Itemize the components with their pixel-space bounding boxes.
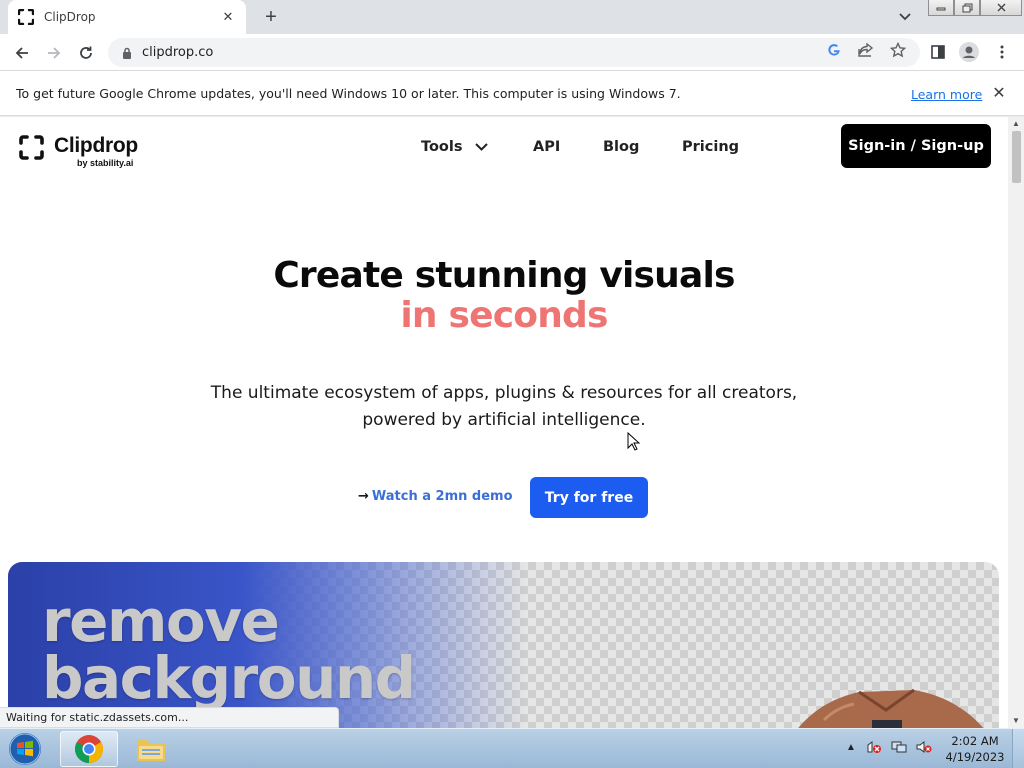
system-clock[interactable]: 2:02 AM 4/19/2023 [944, 733, 1006, 765]
clipdrop-favicon-icon [18, 9, 34, 25]
infobar-close-icon[interactable]: ✕ [990, 84, 1008, 102]
tab-close-icon[interactable]: ✕ [220, 9, 236, 25]
tray-overflow-icon[interactable]: ▲ [843, 739, 859, 755]
infobar-message: To get future Google Chrome updates, you… [16, 86, 681, 101]
tab-strip: ClipDrop ✕ + [0, 0, 1024, 34]
start-button[interactable] [4, 731, 46, 767]
url-text[interactable]: clipdrop.co [142, 45, 213, 60]
clipdrop-logo-icon [19, 135, 44, 160]
jacket-image [798, 688, 984, 728]
remove-background-banner[interactable]: remove background [8, 562, 999, 728]
watch-demo-link[interactable]: → Watch a 2mn demo [358, 489, 513, 504]
tab-title: ClipDrop [44, 10, 96, 24]
chrome-icon [75, 735, 103, 763]
window-controls [928, 0, 1022, 18]
watch-demo-label: Watch a 2mn demo [371, 489, 513, 504]
side-panel-icon[interactable] [927, 41, 949, 63]
kebab-menu-icon[interactable] [991, 41, 1013, 63]
learn-more-link[interactable]: Learn more [911, 87, 982, 102]
banner-line-2: background [42, 644, 416, 712]
window-close-button[interactable] [980, 0, 1022, 16]
page-scrollbar[interactable]: ▲ ▼ [1008, 117, 1024, 728]
profile-avatar-icon[interactable] [958, 41, 980, 63]
try-for-free-button[interactable]: Try for free [530, 477, 648, 518]
taskbar-explorer[interactable] [122, 731, 180, 767]
hero-subtitle: The ultimate ecosystem of apps, plugins … [0, 380, 1008, 434]
logo-subtitle: by stability.ai [77, 158, 134, 168]
clock-date: 4/19/2023 [945, 750, 1005, 764]
clock-time: 2:02 AM [951, 734, 999, 748]
update-infobar: To get future Google Chrome updates, you… [0, 71, 1024, 116]
address-bar[interactable]: clipdrop.co [108, 38, 920, 67]
tab-search-icon[interactable] [896, 8, 914, 26]
hero-title: Create stunning visuals [273, 255, 735, 296]
windows-taskbar: ▲ 2:02 AM 4/19/2023 [0, 728, 1024, 768]
new-tab-button[interactable]: + [260, 6, 282, 28]
share-icon[interactable] [857, 41, 875, 59]
status-bubble: Waiting for static.zdassets.com... [0, 707, 339, 728]
mouse-cursor-icon [627, 432, 641, 451]
nav-blog[interactable]: Blog [603, 139, 639, 155]
scroll-down-icon[interactable]: ▼ [1011, 716, 1021, 726]
lock-icon[interactable] [120, 46, 134, 60]
network-icon[interactable] [891, 739, 907, 755]
google-lens-icon[interactable] [825, 41, 843, 59]
nav-pricing[interactable]: Pricing [682, 139, 739, 155]
scrollbar-thumb[interactable] [1012, 131, 1021, 183]
volume-muted-icon[interactable] [916, 739, 932, 755]
restore-button[interactable] [954, 0, 980, 16]
show-desktop-button[interactable] [1012, 729, 1024, 768]
reload-icon[interactable] [74, 41, 98, 65]
action-center-icon[interactable] [866, 739, 882, 755]
logo-name: Clipdrop [54, 134, 138, 157]
banner-line-1: remove [42, 587, 280, 655]
nav-tools-label: Tools [421, 139, 463, 155]
clipdrop-logo[interactable]: Clipdrop by stability.ai [19, 134, 138, 168]
browser-tab[interactable]: ClipDrop ✕ [8, 0, 246, 34]
signin-button[interactable]: Sign-in / Sign-up [841, 124, 991, 168]
hero-subtitle-line-1: The ultimate ecosystem of apps, plugins … [210, 383, 798, 403]
minimize-button[interactable] [928, 0, 954, 16]
scroll-up-icon[interactable]: ▲ [1011, 119, 1021, 129]
forward-icon[interactable] [42, 41, 66, 65]
hero-accent: in seconds [400, 295, 608, 336]
site-header: Clipdrop by stability.ai Tools API Blog … [0, 117, 1008, 177]
taskbar-chrome[interactable] [60, 731, 118, 767]
nav-tools[interactable]: Tools [421, 139, 488, 155]
back-icon[interactable] [10, 41, 34, 65]
arrow-right-icon: → [358, 489, 369, 504]
page-viewport: Clipdrop by stability.ai Tools API Blog … [0, 117, 1008, 728]
nav-api[interactable]: API [533, 139, 560, 155]
hero-subtitle-line-2: powered by artificial intelligence. [362, 410, 646, 430]
bookmark-star-icon[interactable] [889, 41, 907, 59]
browser-toolbar: clipdrop.co [0, 34, 1024, 71]
chevron-down-icon [474, 143, 488, 151]
folder-icon [137, 740, 165, 761]
